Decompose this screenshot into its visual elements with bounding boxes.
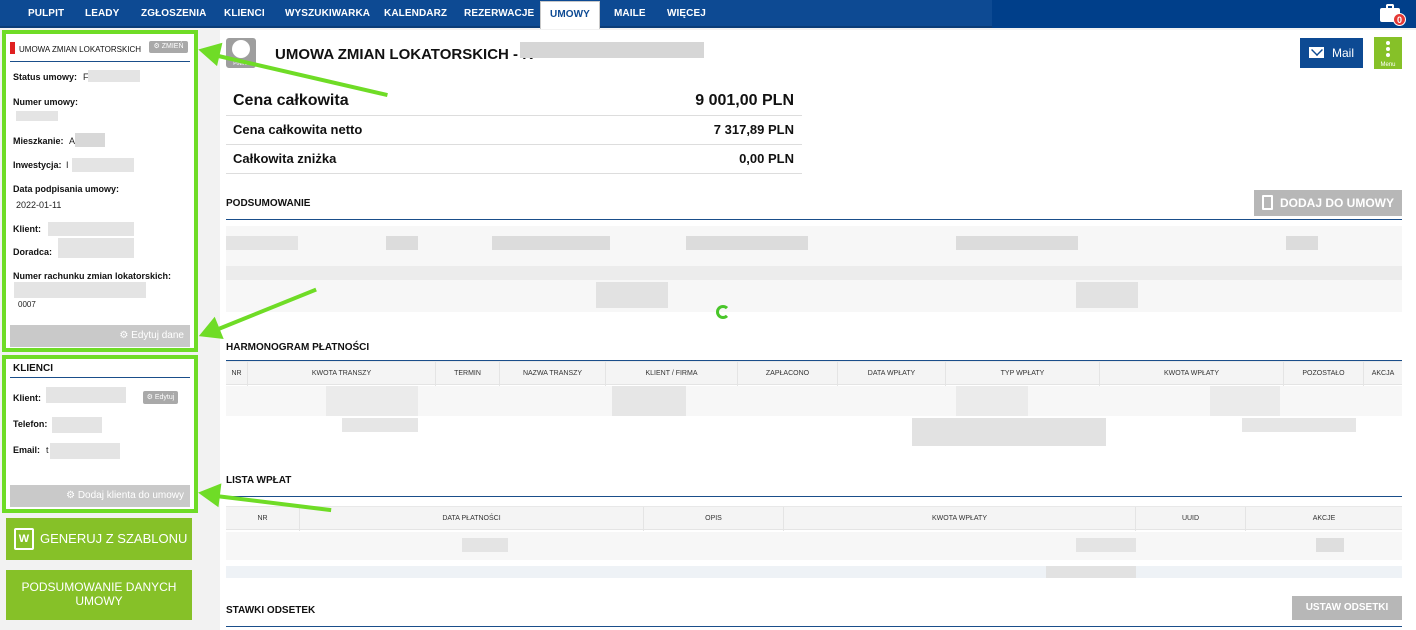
price-row-discount: Całkowita zniżka 0,00 PLN [226, 145, 802, 174]
nav-item-maile[interactable]: MAILE [614, 0, 646, 28]
contract-summary-button[interactable]: PODSUMOWANIE DANYCH UMOWY [6, 570, 192, 620]
advisor-label: Doradca: [13, 247, 53, 257]
word-document-icon: W [14, 528, 34, 550]
account-label: Numer rachunku zmian lokatorskich: [13, 271, 172, 281]
nav-item-wyszukiwarka[interactable]: WYSZUKIWARKA [285, 0, 370, 28]
status-label: Status umowy: [13, 72, 78, 82]
schedule-table-header: NR KWOTA TRANSZY TERMIN NAZWA TRANSZY KL… [226, 361, 1402, 386]
interest-section-title: STAWKI ODSETEK [226, 605, 316, 616]
annotation-arrowhead [195, 37, 223, 67]
summary-section-title: PODSUMOWANIE [226, 198, 311, 209]
phone-label: Telefon: [13, 419, 48, 429]
mail-button[interactable]: Mail [1300, 38, 1363, 68]
nav-item-kalendarz[interactable]: KALENDARZ [384, 0, 447, 28]
signed-date-value: 2022-01-11 [16, 200, 62, 210]
nav-item-umowy[interactable]: UMOWY [540, 1, 600, 29]
document-icon [1262, 195, 1273, 210]
briefcase-icon[interactable]: 0 [1380, 3, 1406, 26]
back-arrow-icon [232, 40, 250, 58]
add-client-button[interactable]: ⚙ Dodaj klienta do umowy [10, 485, 190, 507]
account-value: 0007 [18, 300, 36, 309]
signed-date-label: Data podpisania umowy: [13, 184, 120, 194]
schedule-section-title: HARMONOGRAM PŁATNOŚCI [226, 342, 370, 353]
page-title: UMOWA ZMIAN LOKATORSKICH - K [275, 46, 534, 63]
payments-table-header: NR DATA PŁATNOŚCI OPIS KWOTA WPŁATY UUID… [226, 506, 1402, 531]
contract-number-label: Numer umowy: [13, 97, 79, 107]
change-button[interactable]: ⚙ ZMIEŃ [149, 41, 188, 53]
loading-spinner-icon [716, 305, 730, 319]
nav-item-pulpit[interactable]: PULPIT [28, 0, 64, 28]
nav-item-klienci[interactable]: KLIENCI [224, 0, 265, 28]
envelope-icon [1309, 47, 1324, 58]
payments-section-title: LISTA WPŁAT [226, 475, 292, 486]
contract-panel: UMOWA ZMIAN LOKATORSKICH ⚙ ZMIEŃ Status … [2, 30, 198, 352]
add-to-contract-button[interactable]: DODAJ DO UMOWY [1254, 190, 1402, 216]
email-value: t [46, 445, 49, 455]
menu-dots-icon [1386, 41, 1390, 45]
contract-panel-title: UMOWA ZMIAN LOKATORSKICH [19, 45, 142, 54]
price-row-net: Cena całkowita netto 7 317,89 PLN [226, 116, 802, 145]
edit-data-button[interactable]: ⚙ Edytuj dane [10, 325, 190, 347]
payments-table-row [226, 532, 1402, 560]
set-interest-button[interactable]: USTAW ODSETKI [1292, 596, 1402, 620]
annotation-arrowhead [196, 480, 222, 508]
apartment-label: Mieszkanie: [13, 136, 64, 146]
nav-item-rezerwacje[interactable]: REZERWACJE [464, 0, 534, 28]
clients-panel: KLIENCI Klient: ⚙ Edytuj Telefon: Email:… [2, 355, 198, 513]
nav-item-leady[interactable]: LEADY [85, 0, 119, 28]
client-label: Klient: [13, 224, 41, 234]
nav-item-zgloszenia[interactable]: ZGŁOSZENIA [141, 0, 206, 28]
notification-badge: 0 [1393, 13, 1406, 26]
clients-panel-title: KLIENCI [13, 363, 53, 374]
menu-button[interactable]: Menu [1374, 37, 1402, 69]
client-label: Klient: [13, 393, 41, 403]
investment-value: I [66, 160, 69, 170]
investment-label: Inwestycja: [13, 160, 62, 170]
nav-right-area [992, 0, 1416, 28]
email-label: Email: [13, 445, 41, 455]
nav-item-wiecej[interactable]: WIĘCEJ [667, 0, 706, 28]
status-marker [10, 42, 15, 54]
edit-client-button[interactable]: ⚙ Edytuj [143, 391, 178, 404]
price-row-total: Cena całkowita 9 001,00 PLN [226, 86, 802, 116]
generate-template-button[interactable]: W GENERUJ Z SZABLONU [6, 518, 192, 560]
top-navigation: PULPIT LEADY ZGŁOSZENIA KLIENCI WYSZUKIW… [0, 0, 1416, 29]
